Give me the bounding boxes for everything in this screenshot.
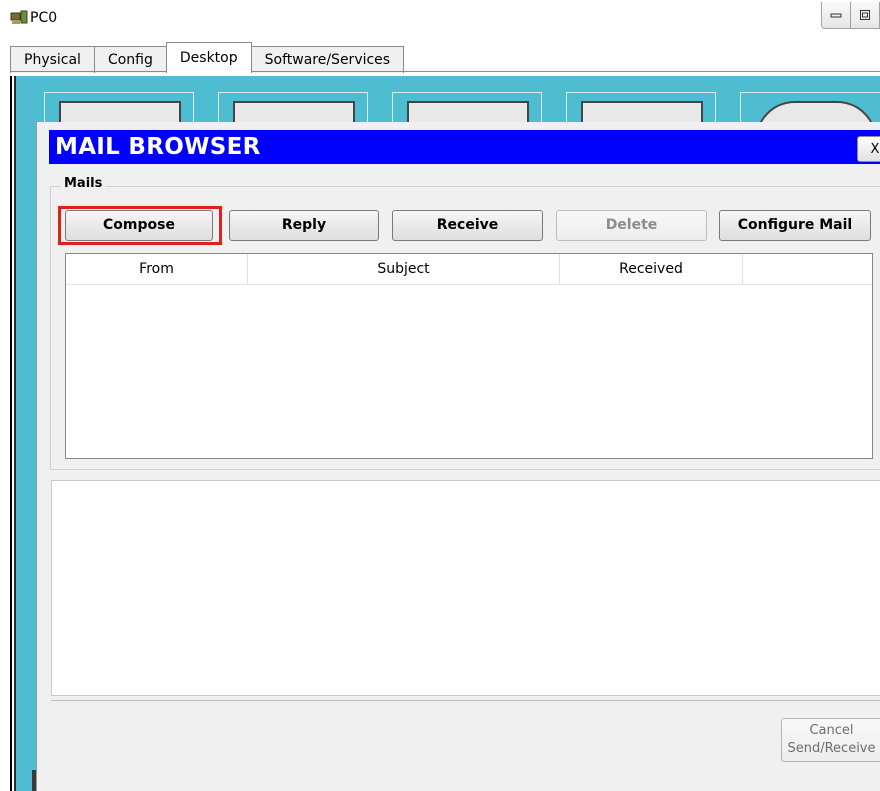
mail-browser-title: MAIL BROWSER <box>55 134 261 160</box>
mail-browser-header: MAIL BROWSER X <box>49 130 880 164</box>
mail-list-table[interactable]: From Subject Received <box>65 253 873 459</box>
tab-desktop[interactable]: Desktop <box>165 42 252 73</box>
close-button[interactable]: X <box>857 136 880 162</box>
tab-software-services[interactable]: Software/Services <box>250 46 405 73</box>
tab-divider <box>10 71 880 72</box>
pc-icon <box>10 10 28 24</box>
delete-button[interactable]: Delete <box>556 210 707 241</box>
column-header-received[interactable]: Received <box>560 254 743 284</box>
column-header-from[interactable]: From <box>66 254 248 284</box>
separator <box>51 700 880 701</box>
tab-bar: Physical Config Desktop Software/Service… <box>10 42 405 73</box>
tab-config[interactable]: Config <box>93 46 167 73</box>
column-header-subject[interactable]: Subject <box>248 254 560 284</box>
receive-button[interactable]: Receive <box>392 210 543 241</box>
header-divider <box>66 284 872 285</box>
mail-browser-window: MAIL BROWSER X Mails Compose Reply Recei… <box>36 122 880 791</box>
window-controls <box>821 2 880 32</box>
mails-group-label: Mails <box>61 176 106 191</box>
cancel-label-line1: Cancel <box>809 723 854 738</box>
column-header-extra <box>743 254 872 284</box>
window-title: PC0 <box>30 10 58 26</box>
cancel-send-receive-button[interactable]: Cancel Send/Receive <box>781 718 880 762</box>
window-titlebar: PC0 <box>0 0 880 38</box>
minimize-button[interactable] <box>821 2 851 29</box>
minimize-icon <box>830 13 842 18</box>
tab-physical[interactable]: Physical <box>10 46 95 73</box>
mail-preview-pane[interactable] <box>51 480 880 696</box>
desktop-left-border <box>10 76 12 791</box>
cancel-label-line2: Send/Receive <box>787 741 876 756</box>
maximize-icon <box>860 10 870 20</box>
maximize-button[interactable] <box>850 2 880 29</box>
compose-highlight <box>58 206 222 245</box>
reply-button[interactable]: Reply <box>229 210 379 241</box>
configure-mail-button[interactable]: Configure Mail <box>719 210 871 241</box>
